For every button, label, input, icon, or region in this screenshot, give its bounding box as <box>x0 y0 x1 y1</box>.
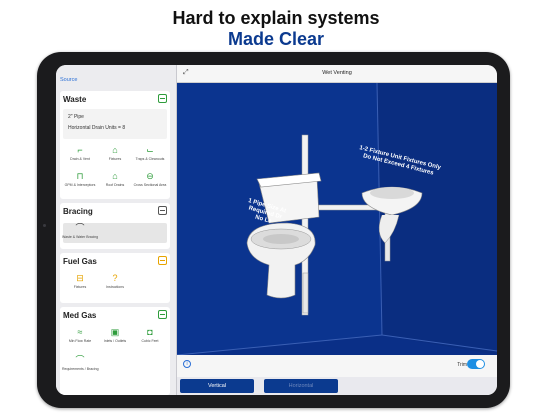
section-title-waste: Waste <box>63 95 87 104</box>
waste-item-traps[interactable]: ⌙ Traps & Cleanouts <box>132 145 168 167</box>
3d-viewport[interactable]: 1-2 Fixture Unit Fixtures Only Do Not Exc… <box>177 83 497 355</box>
waste-item-gpm[interactable]: ⊓ GPM & Interceptors <box>62 171 98 193</box>
section-title-med-gas: Med Gas <box>63 311 97 320</box>
waste-item-roof-drains[interactable]: ⌂ Roof Drains <box>97 171 133 193</box>
med-gas-calculator-icon[interactable] <box>158 310 167 319</box>
bracing-calculator-icon[interactable] <box>158 206 167 215</box>
house-icon: ⌂ <box>112 145 118 155</box>
med-item-requirements[interactable]: ⌒ Requirements / Bracing <box>62 355 99 377</box>
arc-icon: ⌒ <box>75 355 85 365</box>
fuel-item-instructions[interactable]: ? Instructions <box>97 273 133 295</box>
info-icon[interactable]: i <box>183 360 191 368</box>
cylinder-icon: ◘ <box>147 327 153 337</box>
section-med-gas: Med Gas ≈ Min Flow Rate ▣ Inlets / Outle… <box>60 307 170 395</box>
top-bar: ⤢ Wet Venting <box>177 65 497 83</box>
trim-toggle[interactable] <box>467 359 485 369</box>
waste-item-cross-section[interactable]: ⊖ Cross Sectional Area <box>132 171 168 193</box>
view-tabs: Vertical Horizontal <box>177 377 497 395</box>
headline-line-2: Made Clear <box>227 29 325 49</box>
section-title-fuel-gas: Fuel Gas <box>63 257 97 266</box>
ipad-frame: Source Waste 2" Pipe Horizontal Drain Un… <box>37 52 510 408</box>
wet-venting-illustration <box>177 83 497 355</box>
main-pane: ⤢ Wet Venting 1-2 Fixture Unit Fixtures … <box>177 65 497 395</box>
tab-vertical[interactable]: Vertical <box>180 379 254 393</box>
question-icon: ? <box>112 273 118 283</box>
roof-icon: ⌂ <box>112 171 118 181</box>
trap-icon: ⌙ <box>146 145 154 155</box>
page-title: Wet Venting <box>322 70 352 76</box>
headline-line-1: Hard to explain systems <box>172 8 380 28</box>
waste-item-fixtures[interactable]: ⌂ Fixtures <box>97 145 133 167</box>
sidebar: Source Waste 2" Pipe Horizontal Drain Un… <box>56 65 177 395</box>
med-item-cubic-feet[interactable]: ◘ Cubic Feet <box>132 327 168 349</box>
pipe-size: 2" Pipe <box>68 114 84 120</box>
trim-label: Trim <box>457 362 467 368</box>
drain-units: Horizontal Drain Units = 8 <box>68 125 126 131</box>
fuel-item-fixtures[interactable]: ⊟ Fixtures <box>62 273 98 295</box>
drain-vent-icon: ⌐ <box>77 145 83 155</box>
bottom-toolbar: i Trim <box>177 355 497 377</box>
pipe-info: 2" Pipe Horizontal Drain Units = 8 <box>63 109 167 139</box>
section-bracing: Bracing ⌒ Waste & Water Bracing <box>60 203 170 249</box>
med-item-inlets[interactable]: ▣ Inlets / Outlets <box>97 327 133 349</box>
waste-calculator-icon[interactable] <box>158 94 167 103</box>
source-link[interactable]: Source <box>60 77 77 83</box>
arc-icon: ⌒ <box>75 223 85 233</box>
section-waste: Waste 2" Pipe Horizontal Drain Units = 8… <box>60 91 170 199</box>
circle-minus-icon: ⊖ <box>146 171 154 181</box>
bracing-item-waste-water[interactable]: ⌒ Waste & Water Bracing <box>62 223 98 245</box>
section-fuel-gas: Fuel Gas ⊟ Fixtures ? Instructions <box>60 253 170 303</box>
waste-item-drain-vent[interactable]: ⌐ Drain & Vent <box>62 145 98 167</box>
interceptor-icon: ⊓ <box>76 171 84 181</box>
wave-icon: ≈ <box>77 327 83 337</box>
fuel-gas-calculator-icon[interactable] <box>158 256 167 265</box>
outlet-icon: ▣ <box>110 327 120 337</box>
med-item-min-flow[interactable]: ≈ Min Flow Rate <box>62 327 98 349</box>
section-title-bracing: Bracing <box>63 207 93 216</box>
tab-horizontal[interactable]: Horizontal <box>264 379 338 393</box>
gas-fixture-icon: ⊟ <box>76 273 84 283</box>
camera-dot <box>43 224 46 227</box>
app-screen: Source Waste 2" Pipe Horizontal Drain Un… <box>56 65 497 395</box>
